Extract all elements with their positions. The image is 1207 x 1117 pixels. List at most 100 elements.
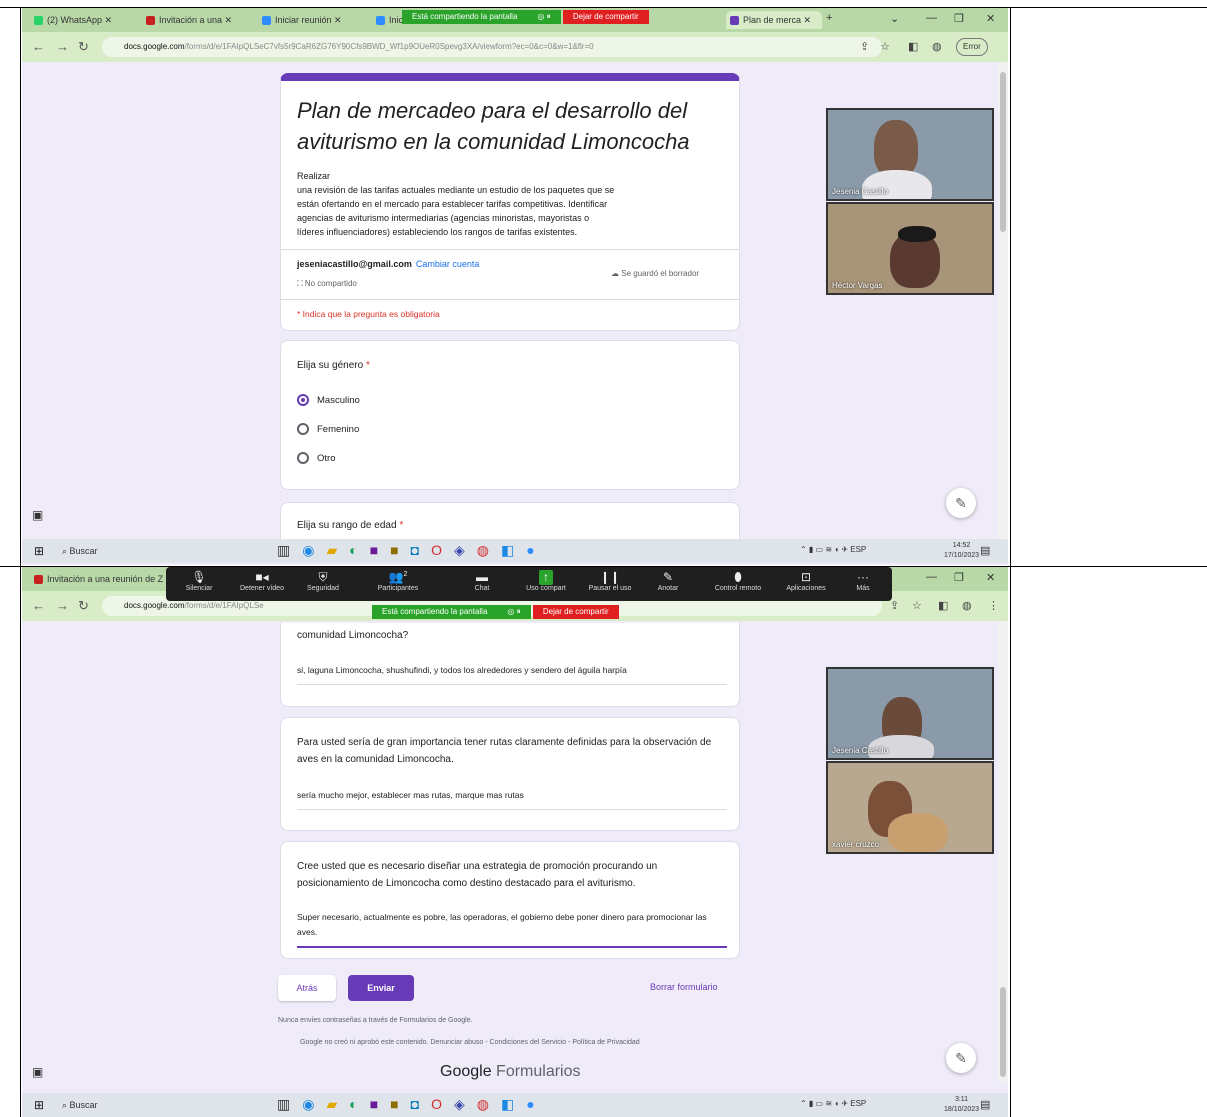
forward-icon[interactable]: → — [56, 39, 69, 54]
radio-option-otro[interactable]: Otro — [297, 451, 335, 467]
clock[interactable]: 3:11 18/10/2023 — [944, 1095, 979, 1115]
edge-icon[interactable]: ◉ — [302, 1096, 326, 1112]
participant-video[interactable]: xavier cruzco — [826, 761, 994, 854]
radio-option-masculino[interactable]: Masculino — [297, 393, 360, 409]
store-icon[interactable]: ◘ — [411, 1096, 431, 1112]
opera-icon[interactable]: O — [431, 1096, 454, 1112]
windows-start-icon[interactable]: ⊞ — [34, 1098, 44, 1112]
task-view-icon[interactable]: ▥ — [277, 1096, 302, 1112]
forward-icon[interactable]: → — [56, 598, 69, 613]
close-window-button[interactable]: ✕ — [986, 571, 995, 584]
taskbar-search[interactable]: ⌕ Buscar — [62, 1096, 222, 1114]
minimize-button[interactable]: — — [926, 571, 937, 583]
app-icon[interactable]: ■ — [370, 1096, 390, 1112]
menu-icon[interactable]: ⋮ — [988, 599, 999, 612]
back-icon[interactable]: ← — [32, 39, 45, 54]
tab-plan[interactable]: Plan de merca ✕ — [726, 11, 822, 29]
participant-video[interactable]: Héctor Vargas — [826, 202, 994, 295]
back-button[interactable]: Atrás — [278, 975, 336, 1001]
answer-text[interactable]: Super necesario, actualmente es pobre, l… — [297, 910, 727, 948]
chat-button[interactable]: ▬ Chat — [464, 570, 500, 592]
language-indicator[interactable]: ESP — [850, 545, 866, 554]
chrome-icon[interactable]: ◍ — [477, 542, 501, 558]
feedback-icon[interactable]: ▣ — [32, 508, 43, 522]
pause-share-button[interactable]: ❙❙ Pausar el uso — [582, 570, 638, 592]
new-tab-button[interactable]: + — [826, 12, 832, 24]
app-icon[interactable]: ◈ — [454, 542, 477, 558]
clock[interactable]: 14:52 17/10/2023 — [944, 541, 979, 561]
back-icon[interactable]: ← — [32, 598, 45, 613]
more-button[interactable]: ··· Más — [848, 570, 878, 592]
feedback-icon[interactable]: ▣ — [32, 1065, 43, 1079]
tab-start-meeting[interactable]: Iniciar reunión ✕ — [258, 11, 362, 29]
scrollbar[interactable] — [998, 62, 1008, 541]
stop-video-button[interactable]: ■◂ Detener vídeo — [232, 570, 292, 592]
share-icon[interactable]: ⇪ — [860, 40, 869, 53]
clear-form-button[interactable]: Borrar formulario — [650, 982, 718, 992]
tab-search-icon[interactable]: ⌄ — [890, 12, 899, 25]
edit-pencil-button[interactable]: ✎ — [946, 1043, 976, 1073]
minimize-button[interactable]: — — [926, 12, 937, 24]
scroll-thumb[interactable] — [1000, 72, 1006, 232]
sidepanel-icon[interactable]: ◧ — [938, 599, 948, 612]
edit-pencil-button[interactable]: ✎ — [946, 488, 976, 518]
security-button[interactable]: ⛨ Seguridad — [300, 570, 346, 592]
reload-icon[interactable]: ↻ — [78, 39, 89, 55]
stop-share-button[interactable]: Dejar de compartir — [532, 605, 619, 619]
error-button[interactable]: Error — [956, 38, 988, 56]
app-icon[interactable]: ◈ — [454, 1096, 477, 1112]
zoom-icon[interactable]: ● — [526, 542, 546, 558]
tray-icons[interactable]: ⌃ ▮ ▭ ≋ ◖ ✈ — [800, 545, 850, 554]
tab-whatsapp[interactable]: (2) WhatsApp ✕ — [30, 11, 134, 29]
remote-control-button[interactable]: ⬮ Control remoto — [706, 570, 770, 592]
participant-video[interactable]: Jesenia Castillo — [826, 108, 994, 201]
app-icon[interactable]: ■ — [390, 1096, 410, 1112]
app-icon[interactable]: ■ — [390, 542, 410, 558]
file-explorer-icon[interactable]: ▰ — [326, 542, 349, 558]
participant-video[interactable]: Jesenia Castillo — [826, 667, 994, 760]
bookmark-star-icon[interactable]: ☆ — [912, 599, 922, 612]
answer-text[interactable]: si, laguna Limoncocha, shushufindi, y to… — [297, 663, 727, 685]
edge-icon[interactable]: ◉ — [302, 542, 326, 558]
notification-icon[interactable]: ▤ — [980, 544, 990, 557]
maximize-button[interactable]: ❐ — [954, 12, 964, 25]
participants-button[interactable]: 👥2 Participantes — [370, 570, 426, 592]
taskbar-search[interactable]: ⌕ Buscar — [62, 542, 222, 560]
apps-button[interactable]: ⊡ Aplicaciones — [780, 570, 832, 592]
edge-icon[interactable]: ◐ — [349, 1096, 369, 1112]
share-screen-button[interactable]: ↑ Uso compart — [518, 570, 574, 592]
app-icon[interactable]: ◧ — [501, 1096, 526, 1112]
language-indicator[interactable]: ESP — [850, 1099, 866, 1108]
app-icon[interactable]: ■ — [370, 542, 390, 558]
tray-icons[interactable]: ⌃ ▮ ▭ ≋ ◖ ✈ — [800, 1099, 850, 1108]
tab-invitation[interactable]: Invitación a una ✕ — [142, 11, 254, 29]
bookmark-star-icon[interactable]: ☆ — [880, 40, 890, 53]
windows-start-icon[interactable]: ⊞ — [34, 544, 44, 558]
chrome-icon[interactable]: ◍ — [477, 1096, 501, 1112]
share-icon[interactable]: ⇪ — [890, 599, 899, 612]
scroll-thumb[interactable] — [1000, 987, 1006, 1077]
url-input[interactable]: docs.google.com/forms/d/e/1FAIpQLSeC7vfs… — [102, 37, 882, 57]
task-view-icon[interactable]: ▥ — [277, 542, 302, 558]
switch-account-link[interactable]: Cambiar cuenta — [416, 259, 480, 269]
close-window-button[interactable]: ✕ — [986, 12, 995, 25]
sidepanel-icon[interactable]: ◧ — [908, 40, 918, 53]
zoom-icon[interactable]: ● — [526, 1096, 546, 1112]
submit-button[interactable]: Enviar — [348, 975, 414, 1001]
mute-button[interactable]: 🎙 Silenciar — [176, 570, 222, 592]
tab-invitation[interactable]: Invitación a una reunión de Z — [30, 570, 174, 588]
radio-option-femenino[interactable]: Femenino — [297, 422, 359, 438]
annotate-button[interactable]: ✎ Anotar — [648, 570, 688, 592]
opera-icon[interactable]: O — [431, 542, 454, 558]
extension-icon[interactable]: ◍ — [962, 599, 972, 612]
reload-icon[interactable]: ↻ — [78, 598, 89, 614]
answer-text[interactable]: sería mucho mejor, establecer mas rutas,… — [297, 788, 727, 810]
maximize-button[interactable]: ❐ — [954, 571, 964, 584]
app-icon[interactable]: ◧ — [501, 542, 526, 558]
edge-icon[interactable]: ◐ — [349, 542, 369, 558]
scrollbar[interactable] — [998, 621, 1008, 1083]
file-explorer-icon[interactable]: ▰ — [326, 1096, 349, 1112]
footer-links[interactable]: Google no creó ni aprobó este contenido.… — [300, 1039, 640, 1046]
extension-icon[interactable]: ◍ — [932, 40, 942, 53]
stop-share-button[interactable]: Dejar de compartir — [562, 10, 649, 24]
